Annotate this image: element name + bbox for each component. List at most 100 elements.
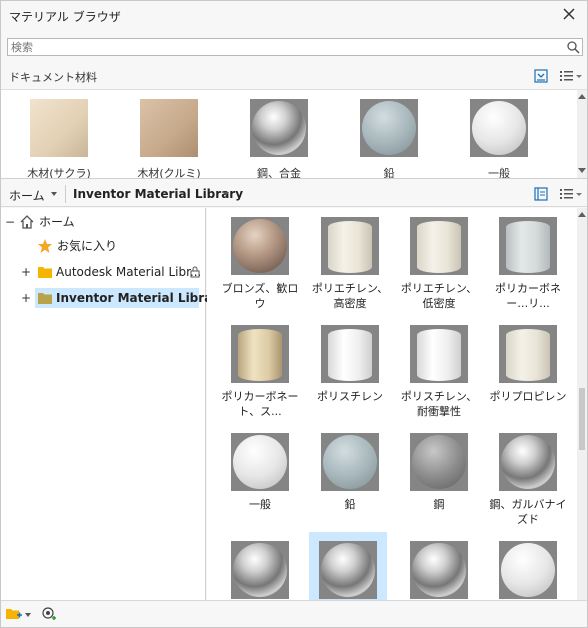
material-label: 木材(サクラ) — [27, 167, 91, 179]
breadcrumb-library[interactable]: Inventor Material Library — [73, 187, 243, 201]
material-label: ポリスチレン — [317, 390, 383, 403]
document-material-item[interactable]: 一般 — [459, 99, 539, 179]
library-panel-toggle-icon[interactable] — [533, 186, 549, 202]
material-thumbnail — [321, 325, 379, 383]
material-tile-selected[interactable] — [309, 532, 387, 600]
tree-item-favorites[interactable]: お気に入り — [37, 236, 197, 256]
material-thumbnail — [410, 325, 468, 383]
scroll-down-icon[interactable] — [578, 168, 586, 173]
tree-item-home[interactable]: − ホーム — [5, 212, 195, 232]
scroll-up-icon[interactable] — [578, 94, 586, 99]
material-tile[interactable]: ポリスチレン、耐衝撃性 — [400, 316, 478, 422]
material-label: 鋼 — [433, 498, 445, 511]
expand-icon[interactable]: + — [21, 262, 31, 282]
material-grid: ブロンズ、歓ロウ ポリエチレン、高密度 ポリエチレン、低密度 ポリカーボネー…リ… — [207, 208, 577, 600]
material-tile[interactable]: 鋼、ガルバナイズド — [489, 424, 567, 530]
material-label: 木材(クルミ) — [137, 167, 201, 179]
material-label: ポリカーボネート、ス... — [221, 390, 299, 418]
material-thumbnail — [470, 99, 528, 157]
material-thumbnail — [410, 217, 468, 275]
material-thumbnail — [499, 433, 557, 491]
material-label: ポリカーボネー…リ... — [495, 282, 561, 310]
material-label: 鋼、ガルバナイズド — [489, 498, 567, 526]
material-thumbnail — [499, 325, 557, 383]
breadcrumb-home[interactable]: ホーム — [9, 187, 45, 204]
material-tile[interactable]: 一般 — [221, 424, 299, 530]
list-options-icon[interactable] — [558, 68, 584, 84]
document-material-item[interactable]: 鋼、合金 — [239, 99, 319, 178]
material-tile[interactable]: ポリエチレン、低密度 — [400, 208, 478, 314]
material-label: ポリプロピレン — [489, 390, 567, 403]
tree-item-label: ホーム — [39, 215, 75, 229]
material-thumbnail — [360, 99, 418, 157]
material-tile[interactable]: ポリカーボネー…リ... — [489, 208, 567, 314]
material-thumbnail — [321, 217, 379, 275]
toolbar-divider — [65, 185, 66, 203]
library-tree: − ホーム お気に入り + Autodesk Material Libr... — [1, 208, 226, 600]
chevron-down-icon[interactable] — [25, 613, 31, 617]
document-materials-label: ドキュメント材料 — [9, 71, 97, 84]
document-material-item[interactable]: 鉛 — [349, 99, 429, 179]
material-thumbnail — [250, 99, 308, 157]
scrollbar-thumb[interactable] — [579, 388, 585, 450]
material-thumbnail — [231, 217, 289, 275]
folder-icon — [38, 267, 52, 278]
tree-item-label: Autodesk Material Libr... — [56, 265, 202, 279]
material-thumbnail — [231, 325, 289, 383]
material-browser-window: マテリアル ブラウザ ドキュメント材料 木材(サクラ) — [0, 0, 588, 628]
material-label: ブロンズ、歓ロウ — [221, 282, 299, 310]
material-thumbnail — [321, 433, 379, 491]
search-icon[interactable] — [566, 40, 580, 54]
search-box[interactable] — [7, 38, 583, 56]
material-thumbnail — [499, 217, 557, 275]
library-toolbar: ホーム Inventor Material Library — [1, 181, 587, 207]
chevron-down-icon[interactable] — [223, 192, 229, 196]
document-material-item[interactable]: 木材(クルミ) — [129, 99, 209, 179]
material-tile[interactable] — [489, 532, 567, 600]
material-label: ポリエチレン、高密度 — [311, 282, 389, 310]
search-input[interactable] — [11, 39, 551, 55]
material-tile[interactable] — [221, 532, 299, 600]
tree-item-autodesk-library[interactable]: + Autodesk Material Libr... — [21, 262, 205, 282]
material-tile[interactable]: 鋼 — [400, 424, 478, 530]
material-thumbnail — [410, 541, 468, 599]
lock-icon — [190, 266, 200, 278]
scroll-up-icon[interactable] — [578, 212, 586, 217]
folder-icon — [38, 293, 52, 304]
collapse-icon[interactable]: − — [5, 212, 15, 232]
material-tile[interactable]: ポリスチレン — [311, 316, 389, 422]
material-tile[interactable] — [400, 532, 478, 600]
material-tile[interactable]: 鉛 — [311, 424, 389, 530]
material-tile[interactable]: ポリエチレン、高密度 — [311, 208, 389, 314]
home-icon — [20, 215, 34, 229]
open-library-icon[interactable] — [5, 606, 23, 622]
view-toggle-icon[interactable] — [533, 68, 549, 84]
material-label: 一般 — [249, 498, 271, 511]
close-icon[interactable] — [561, 6, 577, 22]
material-label: 鉛 — [383, 167, 395, 179]
document-material-item[interactable]: 木材(サクラ) — [19, 99, 99, 179]
material-thumbnail — [30, 99, 88, 157]
material-label: ポリエチレン、低密度 — [400, 282, 478, 310]
expand-icon[interactable]: + — [21, 288, 31, 308]
star-icon — [38, 239, 52, 253]
material-grid-scrollbar[interactable] — [577, 208, 587, 600]
tree-item-inventor-library[interactable]: + Inventor Material Library — [21, 288, 226, 308]
material-label: ポリスチレン、耐衝撃性 — [400, 390, 478, 418]
material-tile[interactable]: ブロンズ、歓ロウ — [221, 208, 299, 314]
chevron-down-icon[interactable] — [51, 192, 57, 196]
document-scrollbar[interactable] — [577, 90, 587, 178]
document-materials-header: ドキュメント材料 — [1, 63, 587, 89]
material-thumbnail — [231, 541, 289, 599]
material-thumbnail — [410, 433, 468, 491]
tree-item-label: お気に入り — [57, 239, 118, 253]
material-thumbnail — [319, 541, 377, 599]
create-material-icon[interactable] — [41, 606, 57, 622]
title-bar: マテリアル ブラウザ — [1, 1, 587, 31]
material-tile[interactable]: ポリカーボネート、ス... — [221, 316, 299, 422]
material-label: 一般 — [488, 167, 510, 179]
list-options-icon[interactable] — [558, 186, 584, 202]
document-materials-panel: 木材(サクラ) 木材(クルミ) 鋼、合金 鉛 一般 — [1, 89, 587, 179]
bottom-toolbar — [1, 600, 587, 627]
material-tile[interactable]: ポリプロピレン — [489, 316, 567, 422]
